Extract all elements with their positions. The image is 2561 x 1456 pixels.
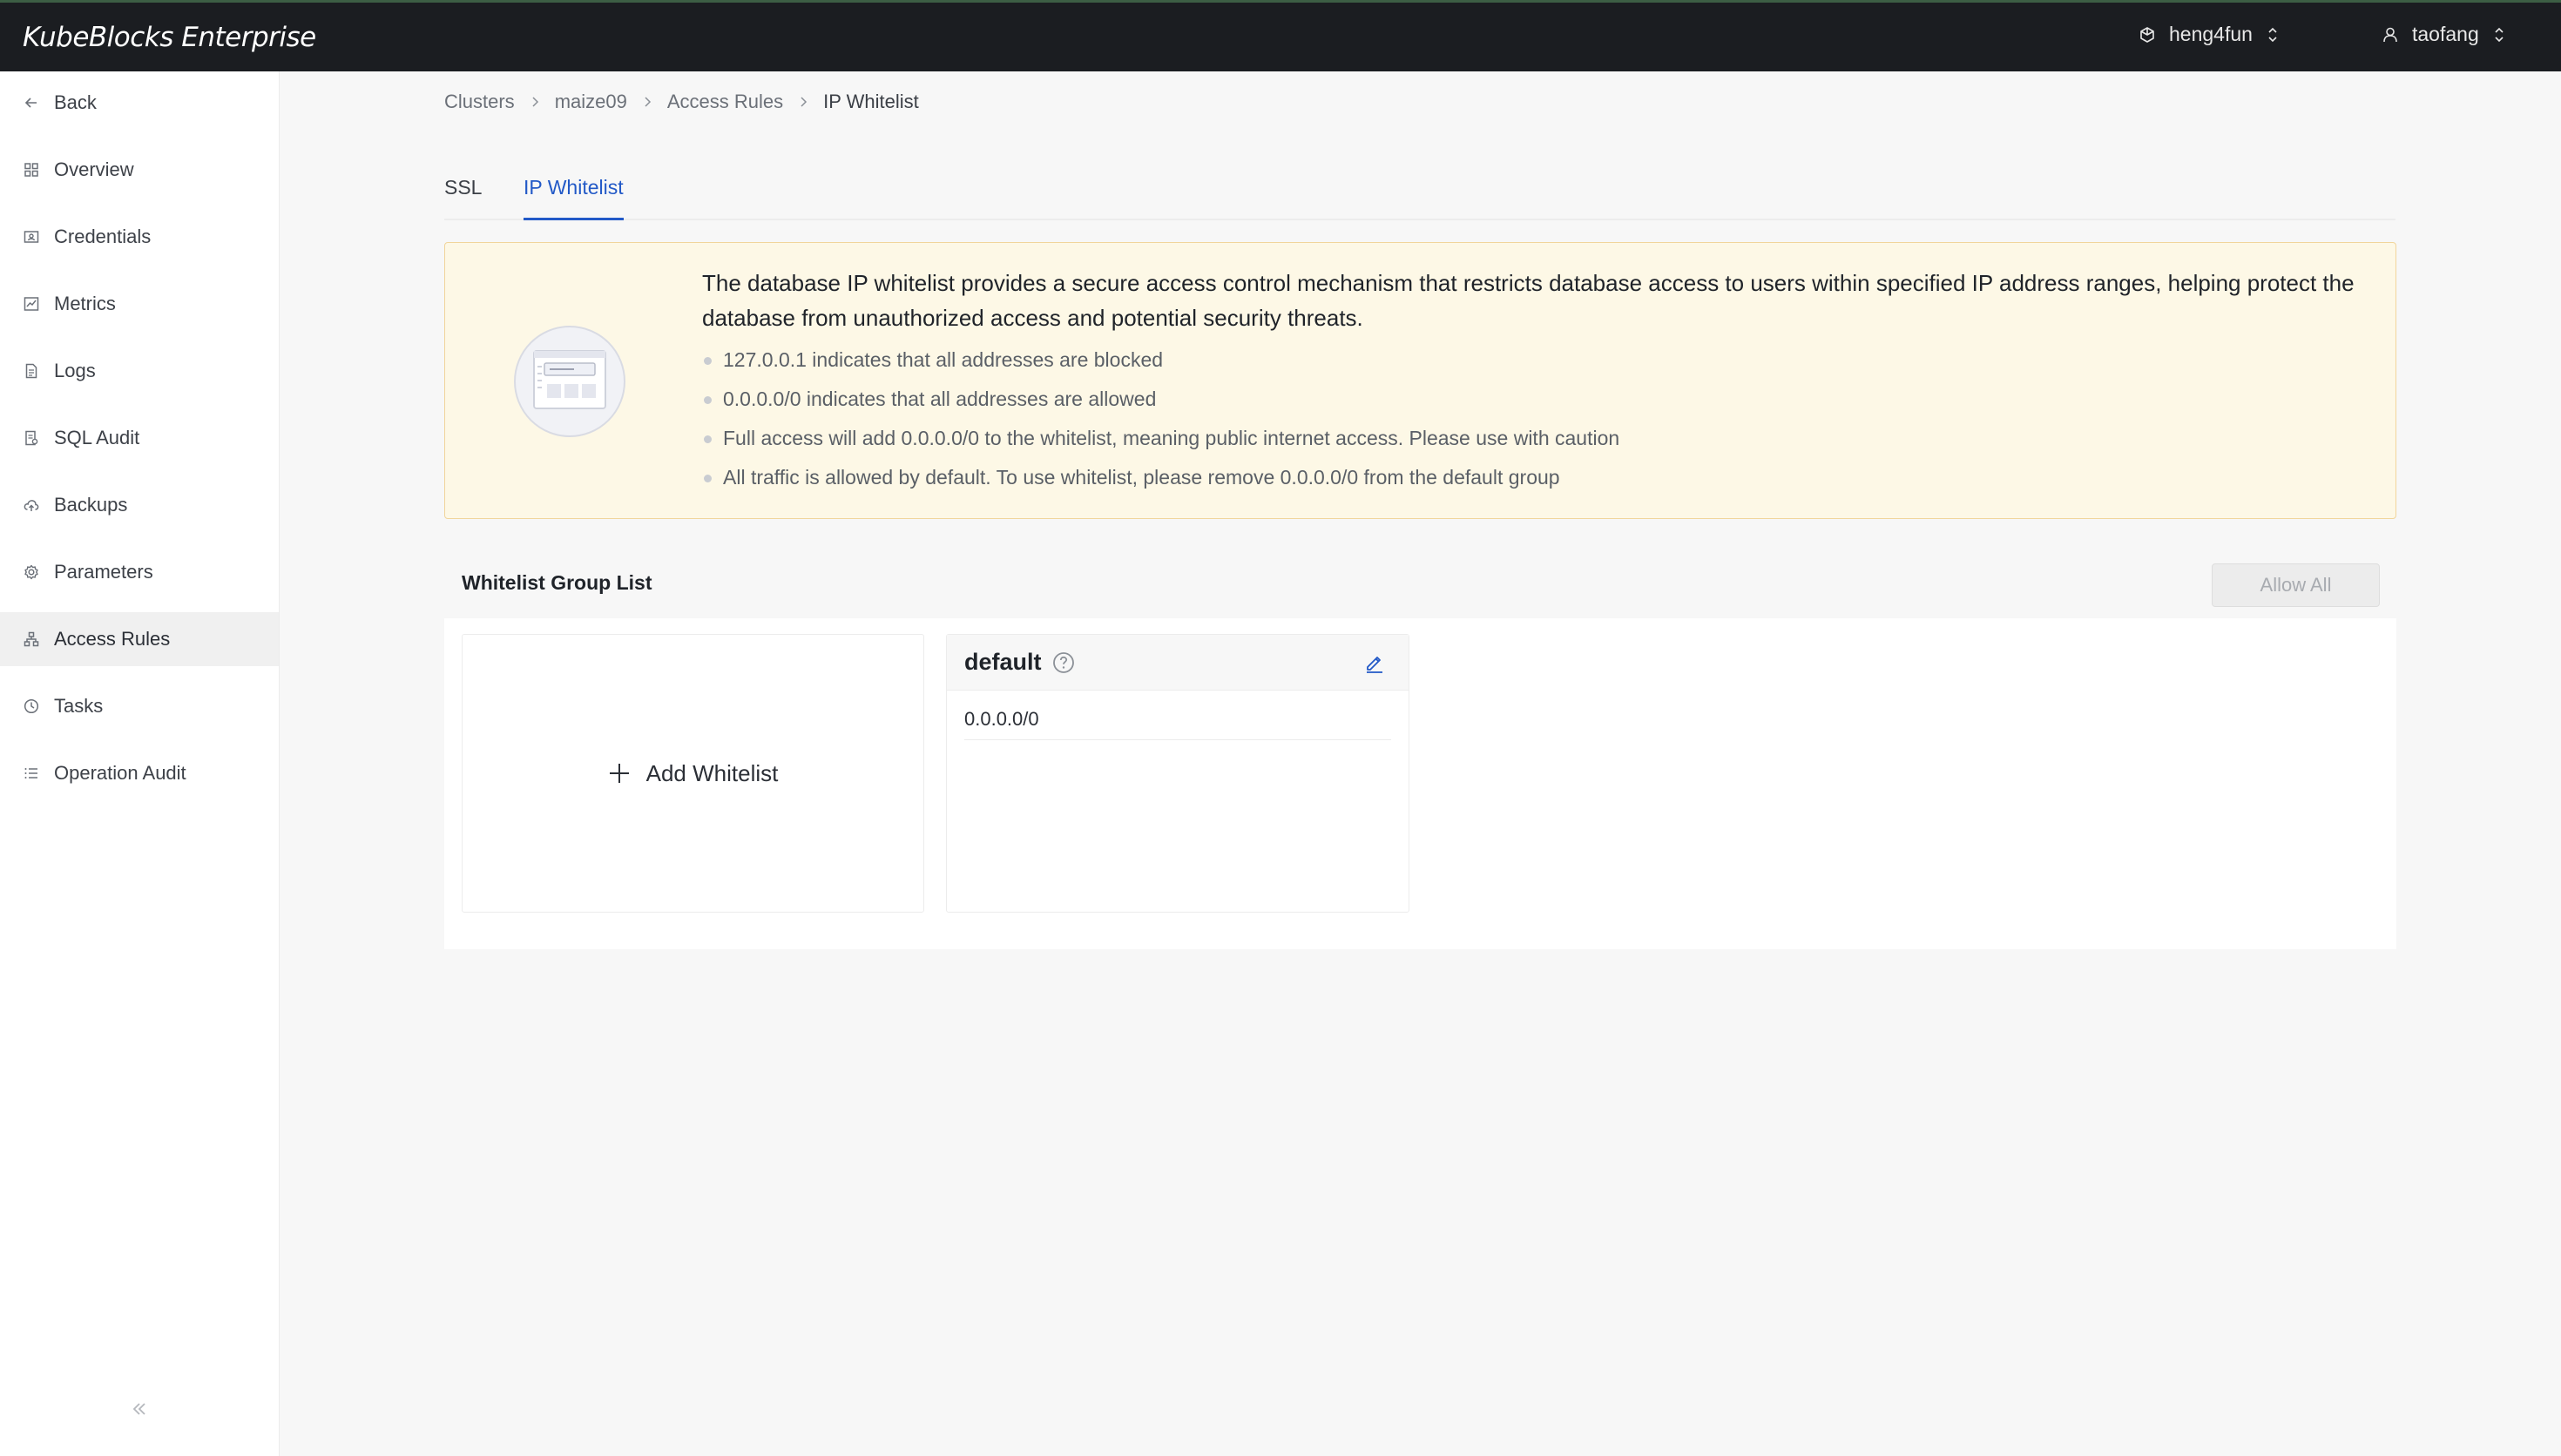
group-ip-entry: 0.0.0.0/0: [964, 708, 1391, 740]
tab-bar: SSL IP Whitelist: [444, 162, 2395, 220]
breadcrumb-access-rules[interactable]: Access Rules: [667, 91, 783, 113]
sidebar-item-label: Back: [54, 91, 97, 113]
edit-icon[interactable]: [1363, 651, 1386, 674]
notice-bullet-list: 127.0.0.1 indicates that all addresses a…: [702, 340, 1619, 497]
cube-icon: [2138, 25, 2157, 44]
chevron-right-icon: [797, 96, 809, 108]
audit-icon: [23, 429, 40, 447]
network-icon: [23, 630, 40, 648]
document-icon: [23, 362, 40, 380]
notice-bullet: All traffic is allowed by default. To us…: [702, 458, 1619, 497]
notice-bullet: 0.0.0.0/0 indicates that all addresses a…: [702, 380, 1619, 419]
workspace-switcher[interactable]: heng4fun: [2138, 0, 2279, 69]
whitelist-group-title: Whitelist Group List: [462, 571, 652, 594]
workspace-name: heng4fun: [2169, 23, 2253, 45]
chevron-right-icon: [641, 96, 653, 108]
tab-ip-whitelist[interactable]: IP Whitelist: [524, 176, 624, 220]
sidebar-item-label: Logs: [54, 360, 96, 381]
collapse-sidebar-icon[interactable]: [129, 1399, 150, 1419]
sidebar-item-label: Overview: [54, 158, 134, 180]
chevron-updown-icon: [2495, 27, 2504, 42]
add-whitelist-label: Add Whitelist: [645, 759, 779, 786]
chevron-right-icon: [529, 96, 541, 108]
notice-bullet: 127.0.0.1 indicates that all addresses a…: [702, 340, 1619, 380]
grid-icon: [23, 161, 40, 179]
plus-icon: [609, 764, 629, 783]
id-card-icon: [23, 228, 40, 246]
user-icon: [2381, 25, 2400, 44]
help-circle-icon[interactable]: [1052, 651, 1075, 674]
sidebar-item-parameters[interactable]: Parameters: [0, 545, 279, 599]
group-card-header: default: [947, 635, 1409, 691]
sidebar-item-label: Access Rules: [54, 628, 171, 650]
whitelist-group-card: default 0.0.0.0/0: [946, 634, 1409, 913]
arrow-left-icon: [23, 94, 40, 111]
tab-ssl[interactable]: SSL: [444, 176, 482, 220]
breadcrumb: Clusters maize09 Access Rules IP Whiteli…: [444, 91, 919, 113]
user-name: taofang: [2412, 23, 2479, 45]
breadcrumb-current: IP Whitelist: [823, 91, 919, 112]
breadcrumb-clusters[interactable]: Clusters: [444, 91, 515, 113]
sidebar-item-overview[interactable]: Overview: [0, 143, 279, 197]
sidebar-item-credentials[interactable]: Credentials: [0, 210, 279, 264]
sidebar-item-backups[interactable]: Backups: [0, 478, 279, 532]
sidebar: Back Overview Credentials Metrics Logs S…: [0, 71, 280, 1456]
sidebar-item-label: Parameters: [54, 561, 153, 583]
sidebar-item-label: Backups: [54, 494, 128, 516]
sidebar-item-sql-audit[interactable]: SQL Audit: [0, 411, 279, 465]
list-icon: [23, 765, 40, 782]
sidebar-item-tasks[interactable]: Tasks: [0, 679, 279, 733]
cloud-upload-icon: [23, 496, 40, 514]
notice-description: The database IP whitelist provides a sec…: [702, 270, 2355, 331]
info-notice: The database IP whitelist provides a sec…: [444, 242, 2396, 519]
sidebar-item-back[interactable]: Back: [0, 76, 279, 130]
allow-all-button[interactable]: Allow All: [2212, 563, 2380, 607]
whitelist-illustration-icon: [514, 326, 625, 437]
whitelist-panel: Add Whitelist default 0.0.0.0/0: [444, 618, 2396, 949]
clock-icon: [23, 698, 40, 715]
sidebar-item-access-rules[interactable]: Access Rules: [0, 612, 279, 666]
gear-icon: [23, 563, 40, 581]
sidebar-item-label: Operation Audit: [54, 762, 186, 784]
sidebar-item-label: Tasks: [54, 695, 104, 717]
sidebar-item-operation-audit[interactable]: Operation Audit: [0, 746, 279, 800]
sidebar-item-metrics[interactable]: Metrics: [0, 277, 279, 331]
brand-logo[interactable]: KubeBlocks Enterprise: [23, 22, 316, 53]
user-menu[interactable]: taofang: [2381, 0, 2505, 69]
chevron-updown-icon: [2268, 27, 2277, 42]
breadcrumb-cluster[interactable]: maize09: [555, 91, 627, 113]
sidebar-item-label: Metrics: [54, 293, 116, 314]
sidebar-item-label: Credentials: [54, 226, 152, 247]
sidebar-item-logs[interactable]: Logs: [0, 344, 279, 398]
chart-icon: [23, 295, 40, 313]
group-name: default: [964, 649, 1042, 675]
notice-bullet: Full access will add 0.0.0.0/0 to the wh…: [702, 419, 1619, 458]
sidebar-item-label: SQL Audit: [54, 427, 140, 448]
add-whitelist-button[interactable]: Add Whitelist: [462, 634, 924, 913]
